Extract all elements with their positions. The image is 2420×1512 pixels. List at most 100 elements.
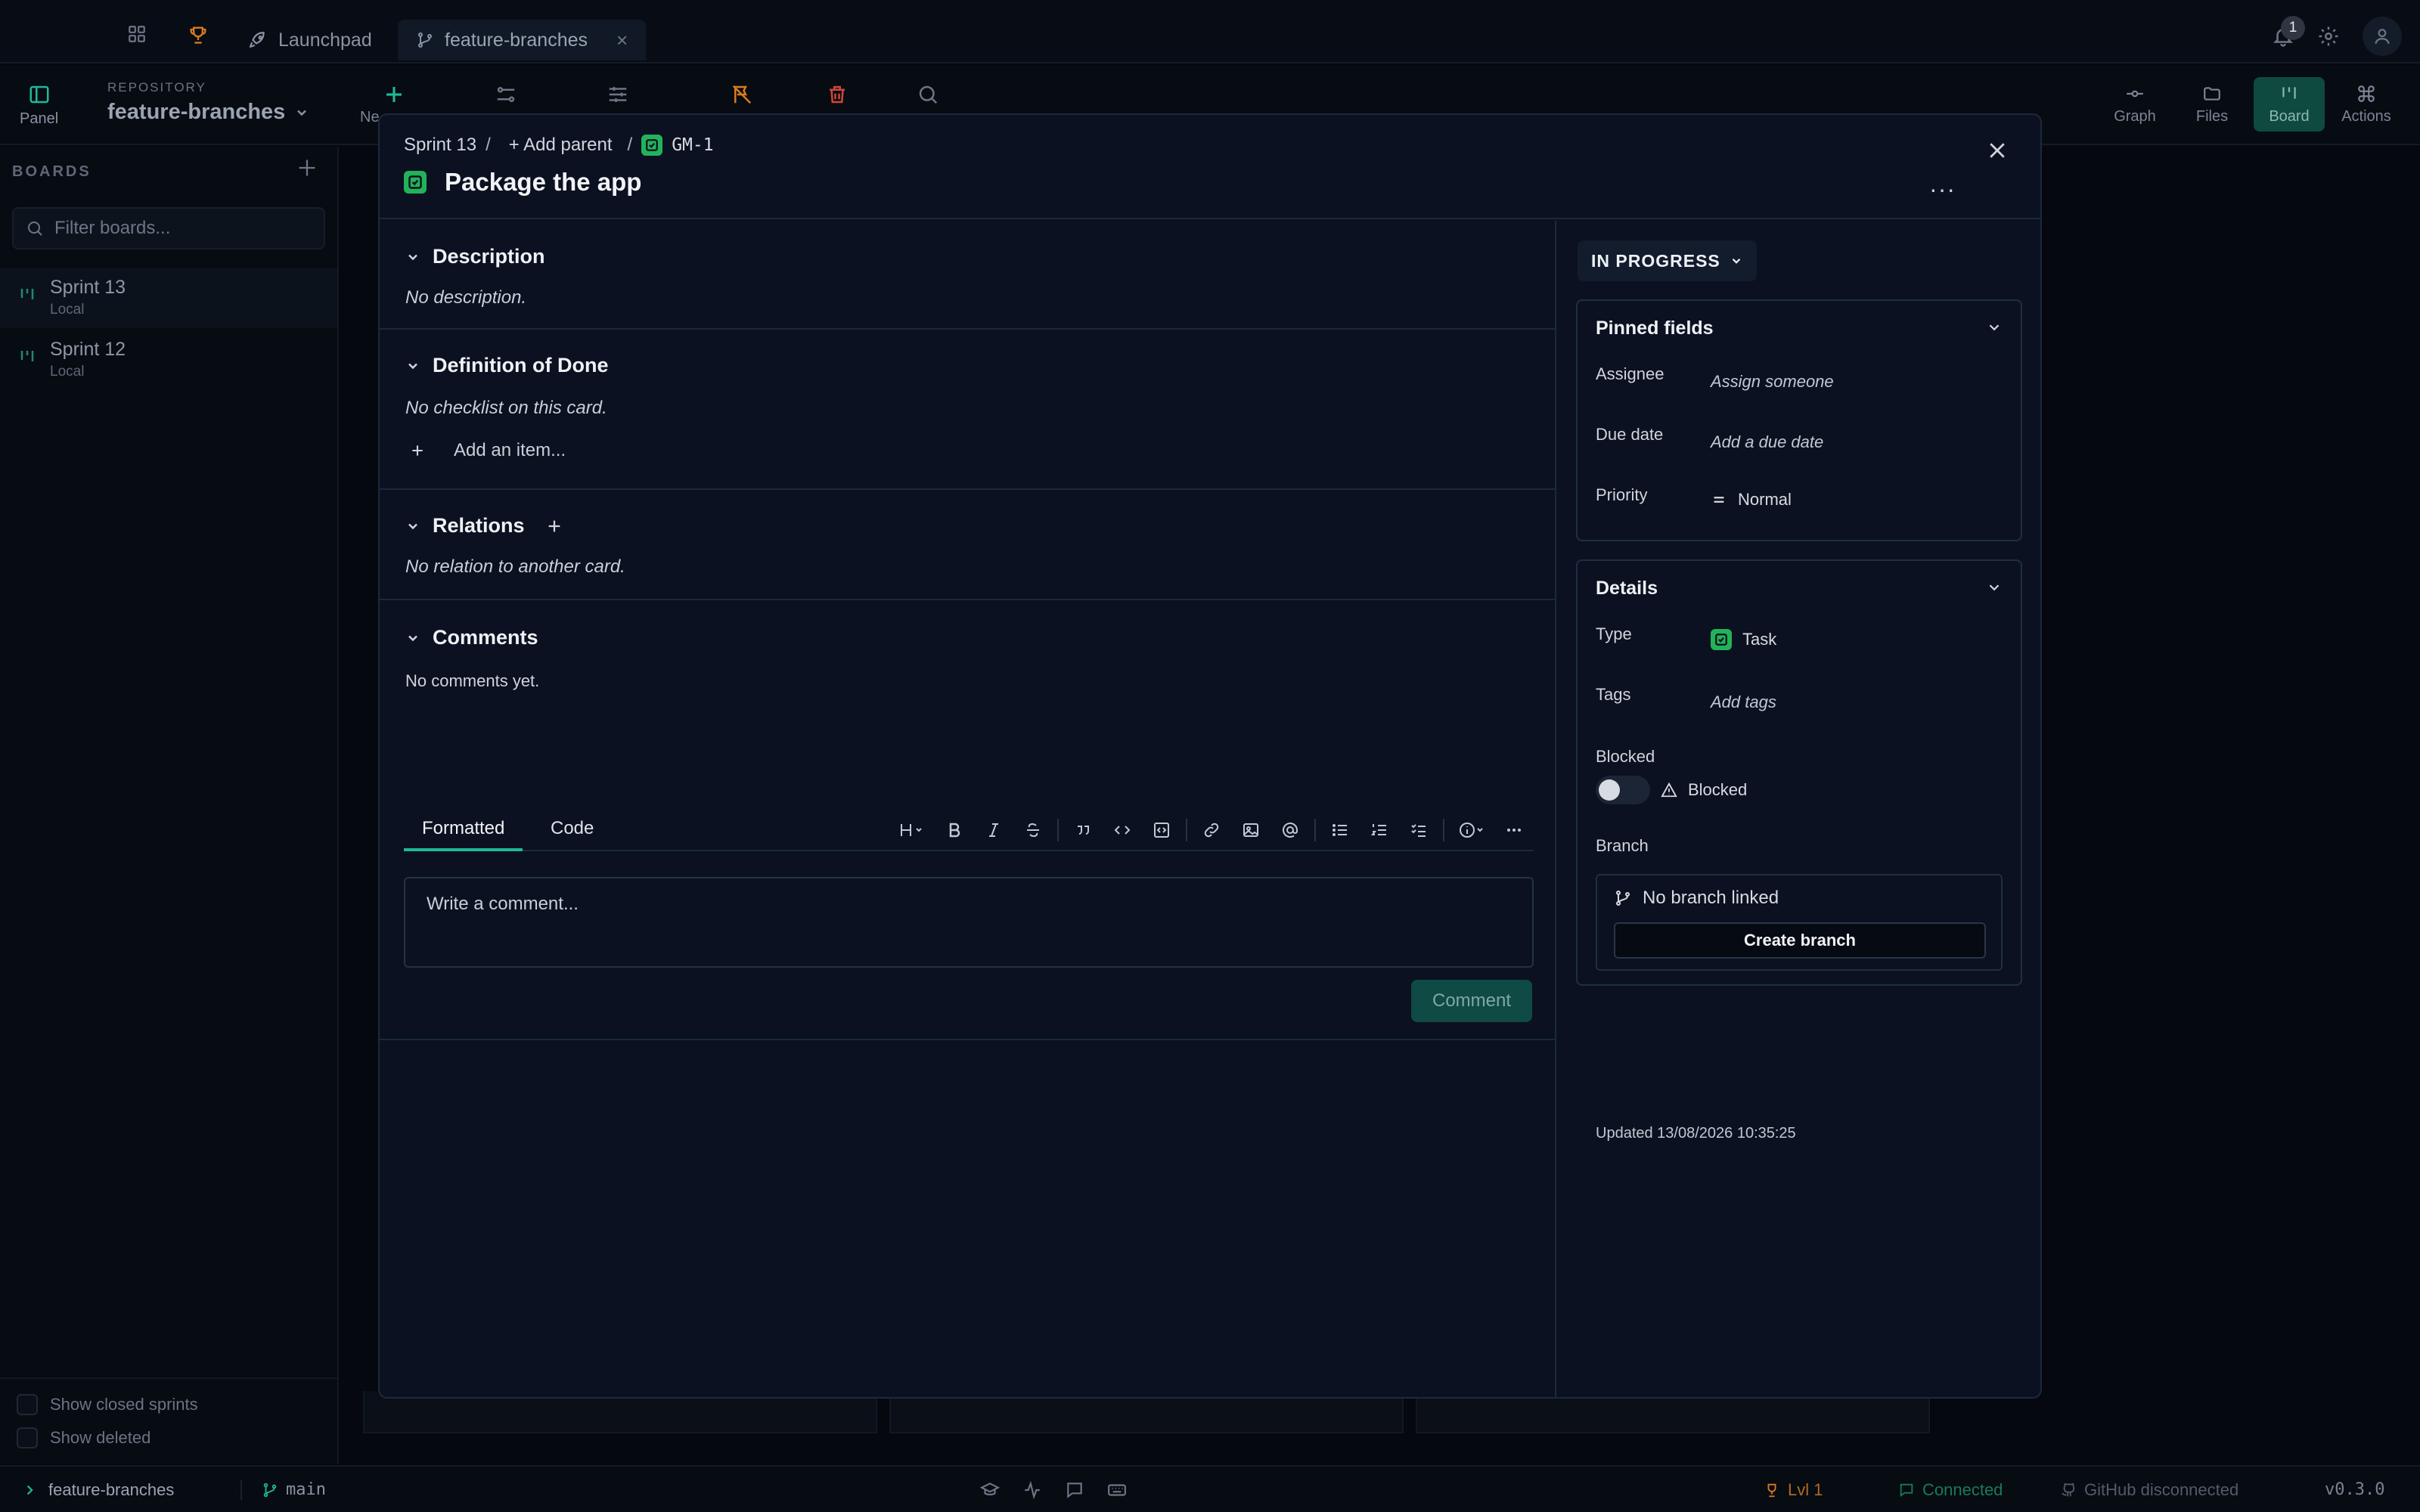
gear-icon[interactable] bbox=[2317, 25, 2340, 48]
blocked-label: Blocked bbox=[1596, 747, 1655, 766]
tab-formatted[interactable]: Formatted bbox=[404, 818, 523, 851]
italic-icon[interactable] bbox=[974, 815, 1013, 845]
numbered-list-icon[interactable] bbox=[1360, 815, 1399, 845]
status-connection[interactable]: Connected bbox=[1898, 1480, 2003, 1500]
chevron-down-icon[interactable] bbox=[1986, 579, 2003, 596]
checklist-icon[interactable] bbox=[1399, 815, 1438, 845]
add-board-button[interactable] bbox=[296, 157, 318, 178]
show-closed-sprints-checkbox[interactable]: Show closed sprints bbox=[17, 1394, 198, 1415]
more-options-button[interactable]: ··· bbox=[1929, 175, 1956, 203]
tab-bar: Launchpad feature-branches × 1 bbox=[0, 0, 2420, 64]
mention-icon[interactable] bbox=[1270, 815, 1310, 845]
dod-toggle[interactable]: Definition of Done bbox=[405, 354, 608, 377]
search-icon[interactable] bbox=[917, 83, 939, 106]
due-date-field[interactable]: Add a due date bbox=[1711, 432, 1823, 452]
toolbar-divider bbox=[1314, 819, 1316, 841]
activity-icon[interactable] bbox=[1022, 1480, 1042, 1500]
assignee-field[interactable]: Assign someone bbox=[1711, 372, 1834, 392]
bold-icon[interactable] bbox=[935, 815, 974, 845]
nav-actions[interactable]: Actions bbox=[2331, 77, 2402, 132]
bullet-list-icon[interactable] bbox=[1320, 815, 1360, 845]
nav-board[interactable]: Board bbox=[2254, 77, 2325, 132]
show-deleted-checkbox[interactable]: Show deleted bbox=[17, 1427, 150, 1448]
strikethrough-icon[interactable] bbox=[1013, 815, 1053, 845]
panel-button[interactable]: Panel bbox=[20, 83, 58, 128]
add-relation-icon[interactable] bbox=[546, 518, 563, 534]
code-block-icon[interactable] bbox=[1142, 815, 1181, 845]
avatar[interactable] bbox=[2363, 17, 2402, 56]
command-icon bbox=[2356, 84, 2376, 104]
definition-of-done-section: Definition of Done No checklist on this … bbox=[380, 331, 1555, 490]
notifications-button[interactable]: 1 bbox=[2272, 16, 2305, 48]
create-branch-button[interactable]: Create branch bbox=[1614, 922, 1986, 959]
plus-icon[interactable] bbox=[383, 83, 405, 106]
description-toggle[interactable]: Description bbox=[405, 245, 545, 268]
grid-icon[interactable] bbox=[127, 24, 147, 44]
relations-toggle[interactable]: Relations bbox=[405, 514, 563, 538]
close-tab-icon[interactable]: × bbox=[616, 29, 628, 52]
heading-icon[interactable] bbox=[889, 815, 935, 845]
status-branch[interactable]: main bbox=[262, 1480, 326, 1499]
message-icon[interactable] bbox=[1065, 1480, 1084, 1500]
chevron-down-icon bbox=[405, 249, 420, 265]
checkbox[interactable] bbox=[17, 1427, 38, 1448]
trophy-icon[interactable] bbox=[188, 24, 209, 45]
checkbox-label: Show deleted bbox=[50, 1428, 151, 1447]
sliders-icon[interactable] bbox=[607, 83, 629, 106]
comment-input[interactable]: Write a comment... bbox=[404, 877, 1534, 968]
priority-field[interactable]: Normal bbox=[1711, 490, 1792, 510]
filter-boards-input[interactable]: Filter boards... bbox=[12, 207, 325, 249]
breadcrumb-sprint[interactable]: Sprint 13 bbox=[404, 135, 476, 156]
nav-graph[interactable]: Graph bbox=[2099, 77, 2170, 132]
more-horizontal-icon[interactable] bbox=[1494, 815, 1534, 845]
status-level[interactable]: Lvl 1 bbox=[1764, 1480, 1823, 1500]
chat-icon bbox=[1898, 1482, 1915, 1498]
checkbox[interactable] bbox=[17, 1394, 38, 1415]
repository-selector[interactable]: REPOSITORY feature-branches bbox=[107, 80, 309, 125]
card-title[interactable]: Package the app bbox=[404, 168, 641, 197]
blocked-toggle[interactable] bbox=[1596, 776, 1650, 804]
graduation-cap-icon[interactable] bbox=[980, 1480, 1000, 1500]
card-key[interactable]: GM-1 bbox=[672, 135, 713, 155]
status-repo[interactable]: feature-branches bbox=[24, 1480, 174, 1500]
divider bbox=[0, 1377, 337, 1379]
no-branch-label: No branch linked bbox=[1643, 888, 1779, 908]
status-branch-name: main bbox=[286, 1480, 326, 1499]
priority-equals-icon bbox=[1711, 491, 1727, 508]
tags-field[interactable]: Add tags bbox=[1711, 692, 1776, 712]
add-checklist-item-button[interactable]: Add an item... bbox=[410, 440, 566, 461]
tags-label: Tags bbox=[1596, 685, 1631, 704]
description-empty[interactable]: No description. bbox=[405, 287, 526, 308]
status-dropdown[interactable]: IN PROGRESS bbox=[1578, 240, 1757, 281]
keyboard-icon[interactable] bbox=[1107, 1480, 1127, 1500]
comment-submit-button[interactable]: Comment bbox=[1411, 980, 1532, 1022]
sidebar-item-sprint-12[interactable]: Sprint 12 Local bbox=[0, 330, 337, 390]
info-dropdown-icon[interactable] bbox=[1449, 815, 1494, 845]
quote-icon[interactable] bbox=[1063, 815, 1103, 845]
tab-feature-branches[interactable]: feature-branches × bbox=[398, 20, 647, 60]
sidebar-item-sprint-13[interactable]: Sprint 13 Local bbox=[0, 268, 337, 328]
dod-empty: No checklist on this card. bbox=[405, 398, 607, 418]
comments-toggle[interactable]: Comments bbox=[405, 626, 538, 649]
image-icon[interactable] bbox=[1231, 815, 1270, 845]
branch-icon bbox=[1614, 889, 1632, 907]
chevron-down-icon[interactable] bbox=[1986, 319, 2003, 336]
filter-icon[interactable] bbox=[495, 83, 517, 106]
task-icon bbox=[1711, 629, 1732, 650]
no-branch-row: No branch linked bbox=[1614, 888, 1779, 909]
card-title-text: Package the app bbox=[445, 168, 642, 196]
tab-code[interactable]: Code bbox=[532, 818, 612, 851]
nav-files[interactable]: Files bbox=[2176, 77, 2248, 132]
panel-label: Panel bbox=[20, 110, 59, 127]
tab-label: Launchpad bbox=[278, 29, 372, 51]
status-github[interactable]: GitHub disconnected bbox=[2060, 1480, 2238, 1500]
connection-label: Connected bbox=[1922, 1480, 2003, 1499]
tab-launchpad[interactable]: Launchpad bbox=[230, 20, 390, 60]
add-parent-button[interactable]: + Add parent bbox=[509, 135, 613, 156]
trash-icon[interactable] bbox=[826, 83, 849, 106]
link-icon[interactable] bbox=[1192, 815, 1231, 845]
close-modal-button[interactable] bbox=[1986, 139, 2009, 162]
type-field[interactable]: Task bbox=[1711, 629, 1776, 650]
flag-off-icon[interactable] bbox=[731, 83, 753, 106]
code-icon[interactable] bbox=[1103, 815, 1142, 845]
